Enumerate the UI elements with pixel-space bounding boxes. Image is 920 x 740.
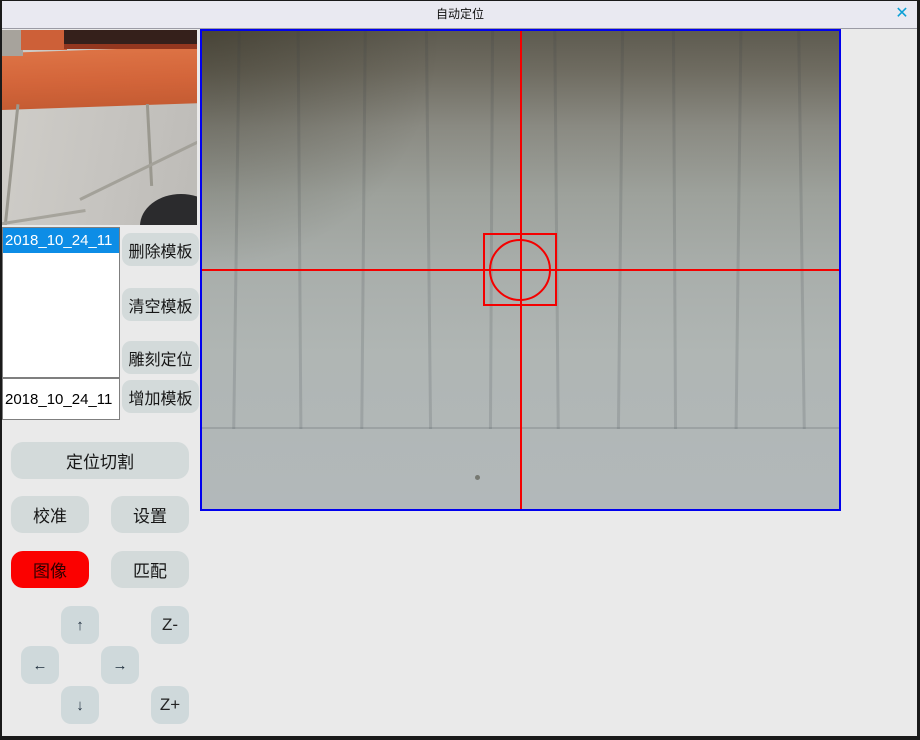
- ceiling-line: [553, 31, 559, 429]
- camera-view[interactable]: [200, 29, 841, 511]
- ceiling-line: [797, 31, 806, 429]
- position-cut-button[interactable]: 定位切割: [11, 442, 189, 479]
- target-circle: [489, 239, 551, 301]
- settings-button[interactable]: 设置: [111, 496, 189, 533]
- camera-speck: [475, 475, 480, 480]
- ceiling-line: [425, 31, 432, 429]
- close-button[interactable]: ✕: [891, 3, 913, 25]
- thumbnail-grout-line: [79, 140, 197, 201]
- ceiling-line: [617, 31, 624, 429]
- thumbnail-dark-bar-edge: [64, 44, 197, 49]
- thumbnail-grout-line: [4, 104, 20, 225]
- match-button[interactable]: 匹配: [111, 551, 189, 588]
- thumbnail-orange-top: [21, 30, 67, 50]
- z-minus-button[interactable]: Z-: [151, 606, 189, 644]
- template-list-item[interactable]: 2018_10_24_11: [3, 228, 119, 253]
- jog-up-button[interactable]: ↑: [61, 606, 99, 644]
- ceiling-line: [489, 31, 494, 429]
- ceiling-line: [735, 31, 743, 429]
- ceiling-line: [297, 31, 303, 429]
- z-plus-button[interactable]: Z+: [151, 686, 189, 724]
- image-button[interactable]: 图像: [11, 551, 89, 588]
- window-title: 自动定位: [0, 0, 920, 28]
- window-titlebar: 自动定位 ✕: [0, 0, 920, 29]
- calibrate-button[interactable]: 校准: [11, 496, 89, 533]
- jog-right-button[interactable]: →: [101, 646, 139, 684]
- engrave-position-button[interactable]: 雕刻定位: [122, 341, 199, 374]
- ceiling-line: [672, 31, 677, 429]
- left-arrow-icon: ←: [33, 657, 48, 674]
- thumbnail-dark-bar: [64, 30, 197, 45]
- add-template-button[interactable]: 增加模板: [122, 380, 199, 413]
- template-list[interactable]: 2018_10_24_11: [2, 227, 120, 378]
- ceiling-line: [232, 31, 241, 429]
- down-arrow-icon: ↓: [76, 697, 84, 714]
- thumbnail-dark-blob: [140, 194, 197, 225]
- up-arrow-icon: ↑: [76, 617, 84, 634]
- delete-template-button[interactable]: 删除模板: [122, 233, 199, 266]
- template-name-input[interactable]: [2, 378, 120, 420]
- thumbnail-orange-beam: [2, 46, 197, 110]
- jog-left-button[interactable]: ←: [21, 646, 59, 684]
- thumbnail-grout-line: [2, 209, 86, 225]
- close-icon: ✕: [895, 5, 908, 22]
- template-thumbnail: [2, 30, 197, 225]
- ceiling-line: [360, 31, 366, 429]
- right-arrow-icon: →: [113, 657, 128, 674]
- clear-templates-button[interactable]: 清空模板: [122, 288, 199, 321]
- jog-down-button[interactable]: ↓: [61, 686, 99, 724]
- thumbnail-grout-line: [146, 104, 153, 186]
- thumbnail-gray-tile-corner: [2, 30, 23, 56]
